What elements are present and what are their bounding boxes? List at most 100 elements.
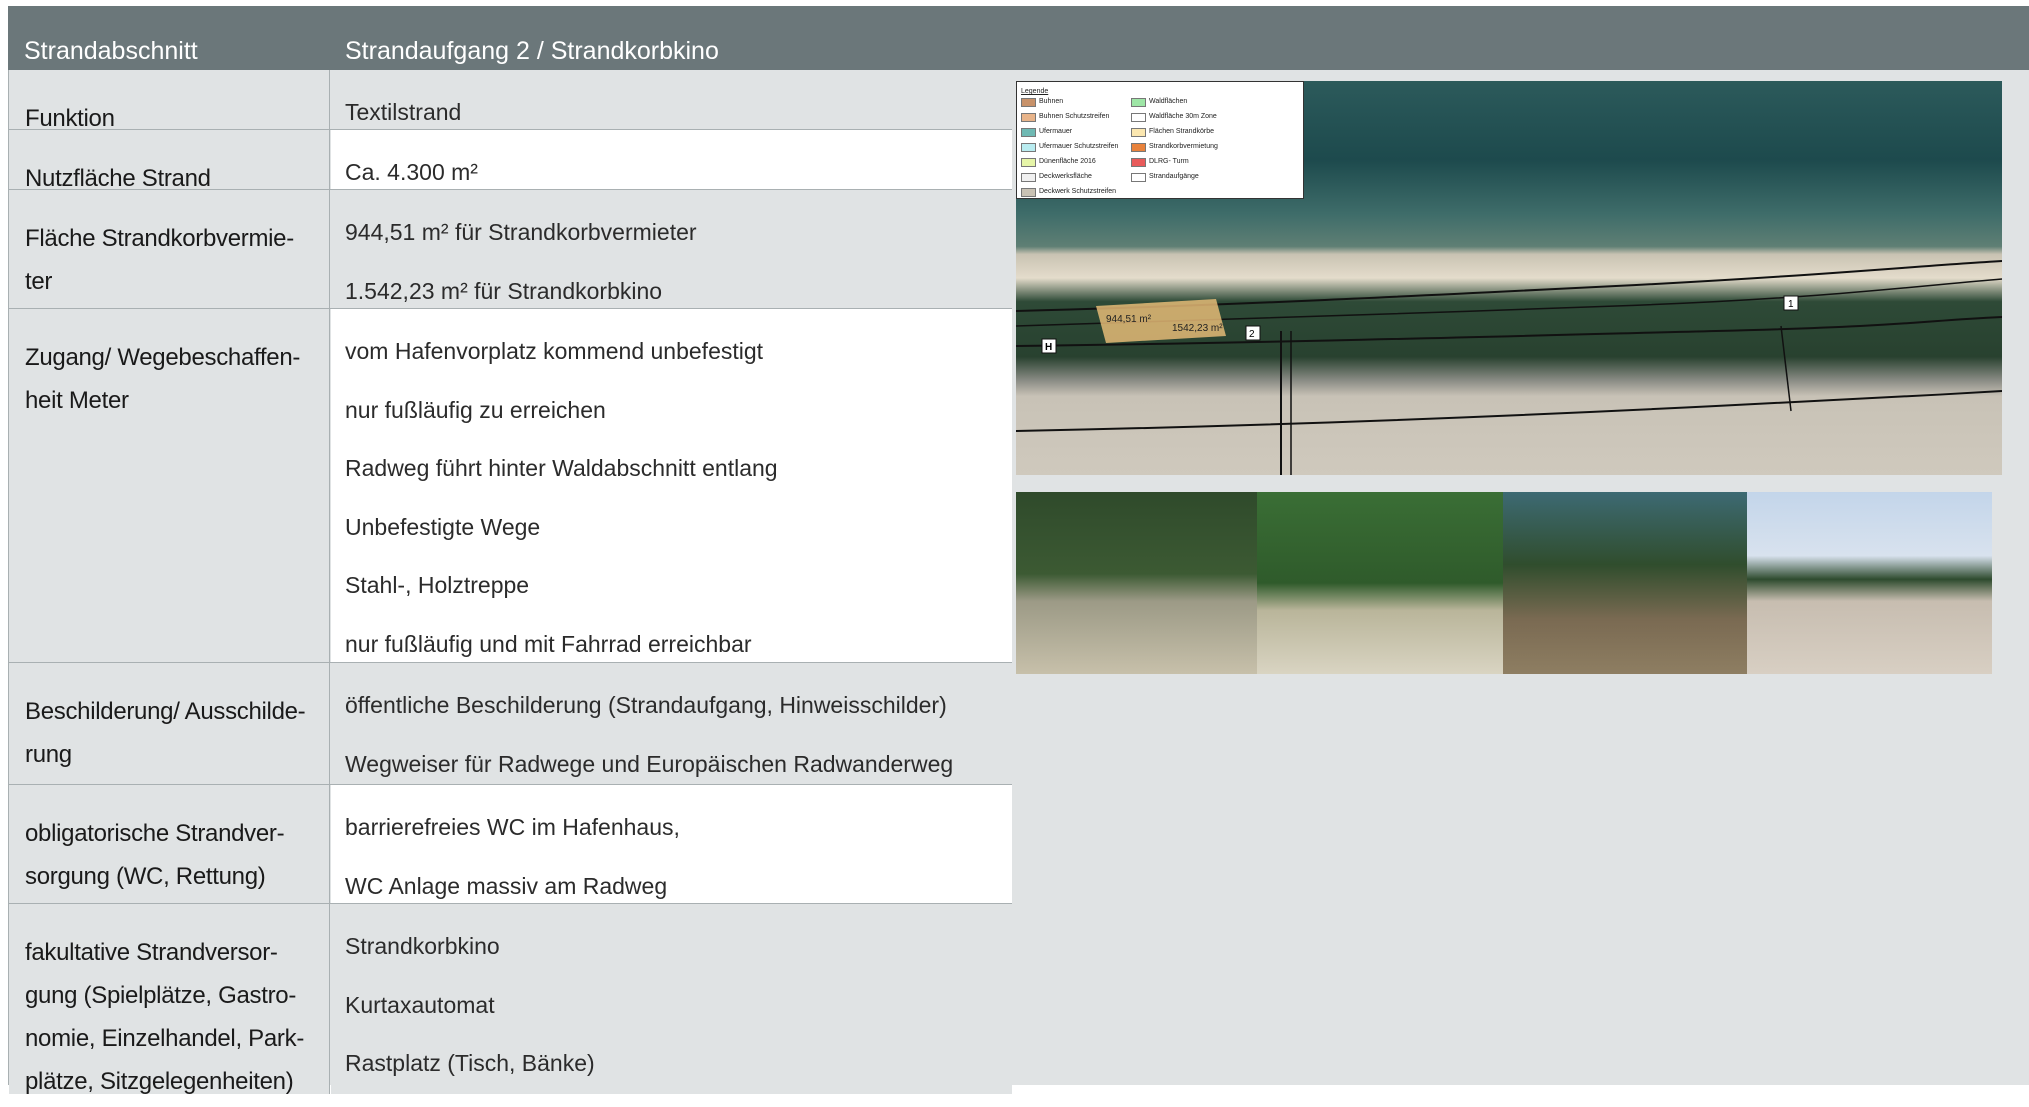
legend-swatch: [1021, 188, 1036, 197]
legend-item: Ufermauer Schutzstreifen: [1017, 142, 1127, 157]
legend-item: Ufermauer: [1017, 127, 1127, 142]
row-fakultative-versorgung: fakultative Strandversor-gung (Spielplät…: [9, 904, 1012, 1095]
legend-item: Waldfläche 30m Zone: [1127, 112, 1237, 127]
row-nutzflaeche: Nutzfläche Strand Ca. 4.300 m²: [9, 130, 1012, 192]
cell-text: Zugang/ Wegebeschaffen-: [25, 344, 301, 371]
legend-label: Flächen Strandkörbe: [1149, 128, 1214, 135]
map-area-label-2: 1542,23 m²: [1172, 323, 1223, 334]
header-strandabschnitt: Strandabschnitt: [24, 37, 198, 65]
legend-item: Flächen Strandkörbe: [1127, 127, 1237, 142]
legend-label: Waldfläche 30m Zone: [1149, 113, 1217, 120]
table-header: Strandabschnitt Strandaufgang 2 / Strand…: [8, 6, 2029, 70]
map-marker-h: H: [1045, 342, 1052, 353]
legend-label: Buhnen: [1039, 98, 1064, 105]
legend-item: Dünenfläche 2016: [1017, 157, 1127, 172]
cell-text: gung (Spielplätze, Gastro-: [25, 982, 297, 1009]
legend-item: DLRG- Turm: [1127, 157, 1237, 172]
legend-swatch: [1131, 143, 1146, 152]
legend-label: Buhnen Schutzstreifen: [1039, 113, 1110, 120]
cell-text: öffentliche Beschilderung (Strandaufgang…: [345, 692, 947, 718]
legend-item: Strandaufgänge: [1127, 172, 1237, 187]
cell-text: 944,51 m² für Strandkorbvermieter: [345, 219, 697, 245]
legend-swatch: [1131, 113, 1146, 122]
cell-text: Strandkorbkino: [345, 933, 500, 959]
row-label: Fläche Strandkorbvermie-ter: [9, 190, 330, 308]
cell-text: Stahl-, Holztreppe: [345, 572, 530, 598]
photo-beach-strandkorbkino: [1747, 492, 1992, 674]
photo-beach-access-path: [1016, 492, 1257, 674]
cell-text: Kurtaxautomat: [345, 991, 495, 1018]
cell-text: obligatorische Strandver-: [25, 820, 285, 847]
cell-text: Unbefestigte Wege: [345, 513, 541, 540]
legend-item: Waldflächen: [1127, 97, 1237, 112]
cell-text: Radweg führt hinter Waldabschnitt entlan…: [345, 455, 778, 481]
legend-swatch: [1131, 158, 1146, 167]
legend-swatch: [1131, 128, 1146, 137]
cell-text: nomie, Einzelhandel, Park-: [25, 1025, 305, 1052]
cell-text: vom Hafenvorplatz kommend unbefestigt: [345, 338, 764, 364]
legend-item: Deckwerk Schutzstreifen: [1017, 187, 1127, 202]
cell-text: rung: [25, 741, 72, 768]
legend-label: Deckwerk Schutzstreifen: [1039, 188, 1117, 195]
row-value: Ca. 4.300 m²: [331, 130, 1012, 189]
legend-right-column: Waldflächen Waldfläche 30m Zone Flächen St…: [1127, 97, 1237, 187]
legend-left-column: Buhnen Buhnen Schutzstreifen Ufermauer Ufer…: [1017, 97, 1127, 202]
photo-stairs-to-beach: [1503, 492, 1747, 674]
legend-label: DLRG- Turm: [1149, 158, 1189, 165]
row-funktion: Funktion Textilstrand: [9, 70, 1012, 132]
row-label: obligatorische Strandver-sorgung (WC, Re…: [9, 785, 330, 903]
row-flaeche-strandkorbvermieter: Fläche Strandkorbvermie-ter 944,51 m² fü…: [9, 190, 1012, 309]
row-value: öffentliche Beschilderung (Strandaufgang…: [331, 663, 1012, 784]
legend-swatch: [1021, 173, 1036, 182]
legend-label: Waldflächen: [1149, 98, 1188, 105]
legend-label: Dünenfläche 2016: [1039, 158, 1096, 165]
cell-text: Fläche Strandkorbvermie-: [25, 225, 294, 252]
row-zugang: Zugang/ Wegebeschaffen-heit Meter vom Ha…: [9, 309, 1012, 663]
row-label: Beschilderung/ Ausschilde-rung: [9, 663, 330, 784]
row-value: Strandkorbkino Kurtaxautomat Rastplatz (Ti…: [331, 904, 1012, 1094]
legend-label: Strandaufgänge: [1149, 173, 1199, 180]
cell-text: sorgung (WC, Rettung): [25, 863, 266, 890]
cell-text: ter: [25, 268, 53, 295]
row-label: Nutzfläche Strand: [9, 130, 330, 192]
legend-swatch: [1021, 98, 1036, 107]
legend-title: Legende: [1021, 88, 1049, 95]
legend-label: Ufermauer: [1039, 128, 1073, 135]
legend-label: Strandkorbvermietung: [1149, 143, 1218, 150]
header-section-title: Strandaufgang 2 / Strandkorbkino: [345, 37, 719, 65]
attribute-table: Funktion Textilstrand Nutzfläche Strand …: [8, 70, 1012, 1095]
legend-swatch: [1021, 128, 1036, 137]
cell-text: Beschilderung/ Ausschilde-: [25, 698, 306, 725]
map-marker-2: 2: [1249, 329, 1255, 340]
legend-item: Buhnen Schutzstreifen: [1017, 112, 1127, 127]
legend-label: Ufermauer Schutzstreifen: [1039, 143, 1119, 150]
row-label: fakultative Strandversor-gung (Spielplät…: [9, 904, 330, 1095]
map-area-label-1: 944,51 m²: [1106, 314, 1152, 325]
photo-cyclists-forest-path: [1257, 492, 1503, 674]
legend-swatch: [1131, 98, 1146, 107]
cell-text: barrierefreies WC im Hafenhaus,: [345, 814, 680, 840]
row-value: barrierefreies WC im Hafenhaus, WC Anlage…: [331, 785, 1012, 903]
legend-item: Deckwerksfläche: [1017, 172, 1127, 187]
row-value: vom Hafenvorplatz kommend unbefestigt nur…: [331, 309, 1012, 662]
legend-item: Strandkorbvermietung: [1127, 142, 1237, 157]
legend-swatch: [1021, 143, 1036, 152]
cell-text: heit Meter: [25, 387, 129, 414]
cell-text: nur fußläufig zu erreichen: [345, 396, 606, 423]
row-beschilderung: Beschilderung/ Ausschilde-rung öffentlic…: [9, 663, 1012, 785]
row-label: Zugang/ Wegebeschaffen-heit Meter: [9, 309, 330, 662]
map-legend: Legende Buhnen Buhnen Schutzstreifen Uferm…: [1016, 81, 1304, 199]
row-obligatorische-versorgung: obligatorische Strandver-sorgung (WC, Re…: [9, 785, 1012, 904]
cell-text: plätze, Sitzgelegenheiten): [25, 1068, 294, 1095]
map-marker-1: 1: [1788, 299, 1794, 310]
legend-item: Buhnen: [1017, 97, 1127, 112]
photo-strip: [1016, 492, 1992, 674]
legend-swatch: [1131, 173, 1146, 182]
aerial-site-map: 2 1 H 944,51 m² 1542,23 m² Legende Buhne…: [1016, 81, 2002, 475]
legend-label: Deckwerksfläche: [1039, 173, 1092, 180]
legend-swatch: [1021, 113, 1036, 122]
row-value: 944,51 m² für Strandkorbvermieter 1.542,2…: [331, 190, 1012, 308]
row-label: Funktion: [9, 70, 330, 132]
cell-text: fakultative Strandversor-: [25, 939, 278, 966]
cell-text: Rastplatz (Tisch, Bänke): [345, 1050, 595, 1076]
